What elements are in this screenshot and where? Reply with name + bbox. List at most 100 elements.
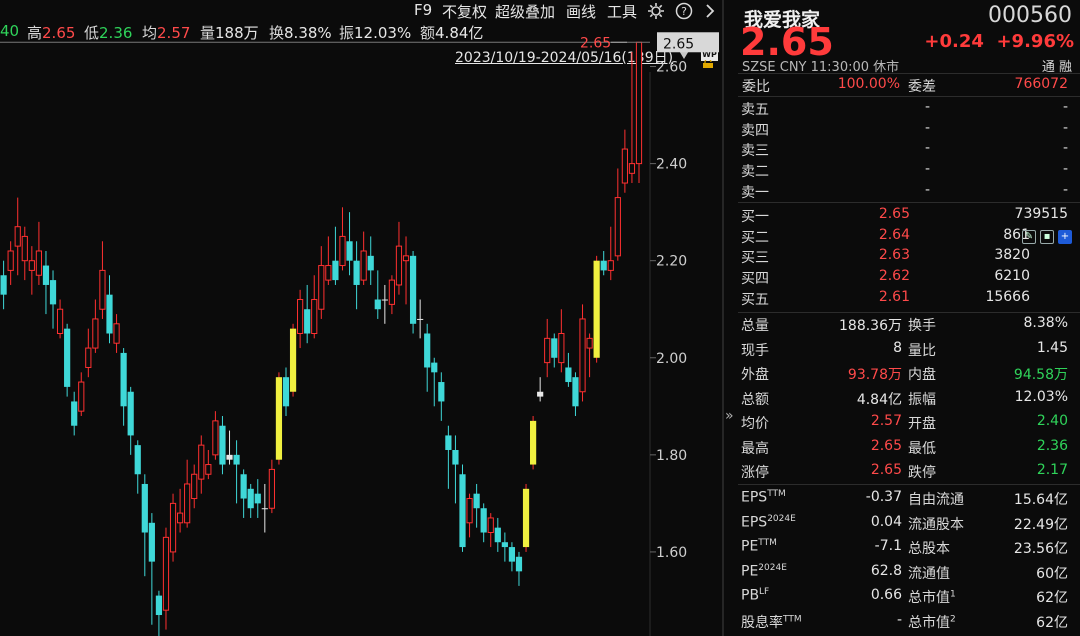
fund-value: 0.04 xyxy=(870,513,902,530)
candle-body xyxy=(445,435,452,450)
fund-label-sup: 2024E xyxy=(767,513,796,524)
candle-body xyxy=(381,299,388,301)
candle-body xyxy=(600,260,607,271)
candle-body xyxy=(49,280,57,305)
add-icon[interactable]: + xyxy=(1058,229,1072,244)
candlestick-chart[interactable]: 2.602.402.202.001.801.601.402.652.651.42 xyxy=(0,0,722,636)
candle-body xyxy=(106,294,113,334)
candle-body xyxy=(480,508,487,533)
fund-label-wrap: 总市值1 xyxy=(908,587,956,607)
candle-body xyxy=(367,255,374,271)
candle-body xyxy=(64,328,71,387)
stat-value: 4.84亿 xyxy=(856,391,902,408)
candle-body xyxy=(219,425,226,465)
fund-label-sup: 1 xyxy=(950,589,956,600)
candle-body xyxy=(494,527,501,543)
ask-label: 卖四 xyxy=(741,122,769,139)
candle-body xyxy=(304,309,311,334)
fundamental-row: EPSTTM -0.37 自由流通 15.64亿 xyxy=(738,488,1080,509)
candle-body xyxy=(261,508,268,510)
y-tick-label: 2.40 xyxy=(656,157,687,173)
bid-row: 买一 2.65 739515 xyxy=(738,205,1080,226)
ask-label: 卖一 xyxy=(741,184,769,201)
candle-body xyxy=(198,444,205,480)
ask-row: 卖四 - - xyxy=(738,119,1080,140)
candle-body xyxy=(473,493,480,509)
divider xyxy=(738,202,1080,203)
fund-label: 自由流通 xyxy=(908,492,964,508)
ask-price: - xyxy=(924,181,930,198)
fund-label: 流通股本 xyxy=(908,516,964,533)
candle-body xyxy=(339,235,346,267)
stat-value: 93.78万 xyxy=(847,367,902,383)
candle-body xyxy=(508,547,516,562)
expand-icon[interactable]: ▪ xyxy=(1040,229,1054,244)
fund-label-wrap: 流通值 xyxy=(908,563,950,583)
ask-volume: - xyxy=(1062,119,1068,136)
stat-label: 开盘 xyxy=(908,416,936,432)
bid-price: 2.64 xyxy=(878,226,910,243)
bid-row: 买二 2.64 861 ✎ ▪ + xyxy=(738,226,1080,247)
candle-body xyxy=(240,474,247,499)
stat-value: 2.65 xyxy=(870,437,902,454)
edit-icon[interactable]: ✎ xyxy=(1022,229,1036,244)
stat-value: 2.36 xyxy=(1036,437,1068,454)
stat-row: 涨停 2.65 跌停 2.17 xyxy=(738,461,1080,482)
candle-body xyxy=(78,381,85,412)
candle-body xyxy=(395,245,403,286)
candle-body xyxy=(565,367,572,383)
stat-label: 总额 xyxy=(741,391,769,408)
fund-label-wrap: EPS2024E xyxy=(741,514,796,531)
candle-body xyxy=(635,41,643,165)
fundamental-row: PE2024E 62.8 流通值 60亿 xyxy=(738,562,1080,583)
candle-body xyxy=(424,333,431,368)
bid-price: 2.62 xyxy=(878,268,910,285)
candle-body xyxy=(417,318,424,320)
ask-volume: - xyxy=(1062,99,1068,115)
price-change: +0.24 +9.96% xyxy=(924,31,1074,52)
candle-body xyxy=(628,163,636,174)
ask-row: 卖五 - - xyxy=(738,98,1080,119)
fund-value: 62亿 xyxy=(1036,590,1068,606)
fund-label: PE xyxy=(741,563,759,580)
candle-body xyxy=(515,556,523,572)
candle-body xyxy=(586,337,593,349)
stat-value: 2.57 xyxy=(870,413,902,429)
candle-body xyxy=(346,241,353,261)
candle-body xyxy=(99,269,106,310)
stat-value: 188.36万 xyxy=(839,318,902,334)
candle-body xyxy=(35,250,42,276)
bid-volume: 15666 xyxy=(985,288,1030,305)
order-tools-icons[interactable]: ✎ ▪ + xyxy=(1018,227,1072,244)
fund-label-sup: LF xyxy=(759,587,770,597)
candle-body xyxy=(530,420,537,465)
candle-body xyxy=(226,454,233,460)
fund-label-wrap: 流通股本 xyxy=(908,514,964,534)
divider xyxy=(738,312,1080,313)
candle-body xyxy=(21,235,28,262)
candle-body xyxy=(360,250,367,281)
stat-value: 2.40 xyxy=(1036,413,1068,429)
stat-label: 内盘 xyxy=(908,367,936,383)
candle-body xyxy=(537,391,544,397)
candle-body xyxy=(551,338,558,358)
double-chevron-icon[interactable]: » xyxy=(725,408,734,424)
candle-body xyxy=(593,260,600,358)
divider xyxy=(738,96,1080,97)
candle-body xyxy=(325,265,332,281)
stat-value: 8.38% xyxy=(1023,315,1068,331)
fund-value: 60亿 xyxy=(1036,565,1068,582)
ask-label: 卖二 xyxy=(741,164,769,181)
candle-body xyxy=(212,420,219,456)
candle-body xyxy=(572,377,579,407)
candle-body xyxy=(268,468,275,509)
fund-value: 0.66 xyxy=(870,587,902,603)
candle-body xyxy=(113,323,120,344)
ask-price: - xyxy=(924,119,930,136)
ask-price: - xyxy=(924,99,930,115)
candle-body xyxy=(0,275,7,295)
fundamental-row: PBLF 0.66 总市值1 62亿 xyxy=(738,586,1080,607)
collapse-panel-handle[interactable]: » xyxy=(724,0,738,636)
candle-body xyxy=(127,391,134,436)
bid-label: 买五 xyxy=(741,291,769,308)
